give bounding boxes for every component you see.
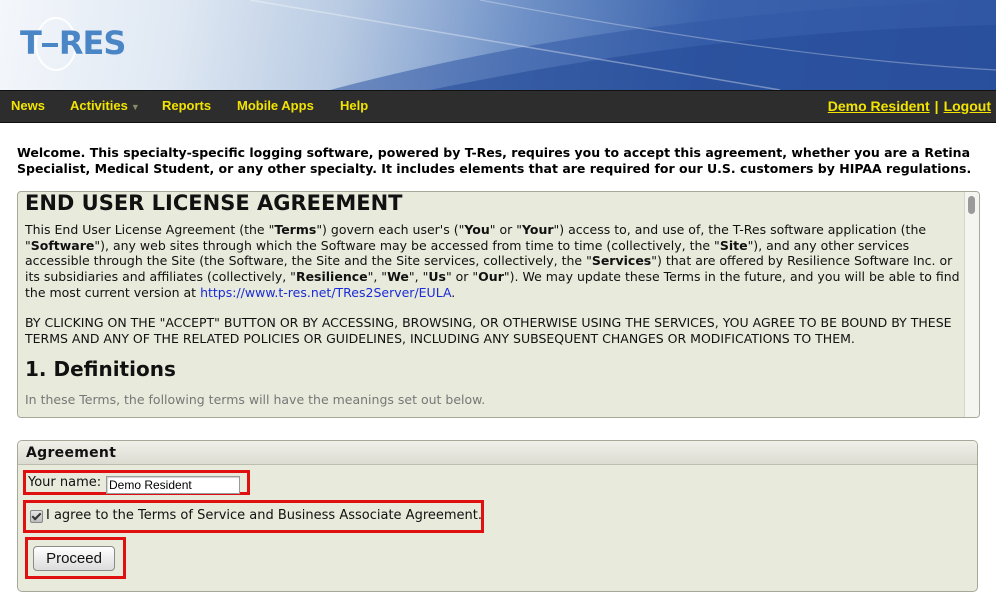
agreement-title: Agreement — [18, 441, 977, 465]
chevron-down-icon: ▼ — [130, 102, 140, 112]
nav-item-news[interactable]: News — [11, 98, 45, 113]
agreement-panel: Agreement Your name: Demo Resident I agr… — [17, 440, 978, 592]
nav-item-activities[interactable]: Activities ▼ — [70, 98, 140, 113]
t-res-logo[interactable]: T RES — [20, 24, 127, 62]
section-heading-definitions: 1. Definitions — [25, 357, 176, 382]
name-input[interactable]: Demo Resident — [106, 476, 240, 494]
eula-scrollbar[interactable] — [964, 192, 979, 417]
main-nav: News Activities ▼ Reports Mobile Apps Hel… — [0, 90, 996, 123]
logo-text-res: RES — [58, 24, 127, 62]
banner-swoosh-graphic — [249, 0, 996, 90]
nav-item-reports[interactable]: Reports — [162, 98, 211, 113]
eula-paragraph-3: In these Terms, the following terms will… — [25, 392, 486, 408]
nav-item-activities-label: Activities — [70, 98, 128, 113]
nav-item-mobile-apps[interactable]: Mobile Apps — [237, 98, 314, 113]
agree-checkbox[interactable] — [30, 510, 43, 523]
user-links: Demo Resident | Logout — [828, 98, 991, 114]
welcome-message: Welcome. This specialty-specific logging… — [17, 145, 972, 176]
nav-item-help[interactable]: Help — [340, 98, 368, 113]
proceed-button[interactable]: Proceed — [33, 546, 115, 571]
user-name-link[interactable]: Demo Resident — [828, 98, 930, 114]
logo-text-t: T — [20, 24, 42, 62]
logout-link[interactable]: Logout — [944, 98, 991, 114]
eula-paragraph-2: BY CLICKING ON THE "ACCEPT" BUTTON OR BY… — [25, 314, 952, 346]
nav-separator: | — [934, 98, 939, 114]
header-banner: T RES — [0, 0, 996, 90]
eula-link[interactable]: https://www.t-res.net/TRes2Server/EULA — [200, 285, 451, 300]
logo-dash — [41, 43, 58, 47]
eula-title: END USER LICENSE AGREEMENT — [25, 191, 403, 215]
name-label: Your name: — [28, 475, 102, 490]
eula-content: END USER LICENSE AGREEMENT This End User… — [25, 191, 960, 417]
scrollbar-thumb[interactable] — [968, 196, 975, 214]
agree-checkbox-label[interactable]: I agree to the Terms of Service and Busi… — [46, 508, 482, 523]
eula-paragraph-1: This End User License Agreement (the "Te… — [25, 221, 960, 300]
eula-scroll-box[interactable]: END USER LICENSE AGREEMENT This End User… — [17, 191, 980, 418]
